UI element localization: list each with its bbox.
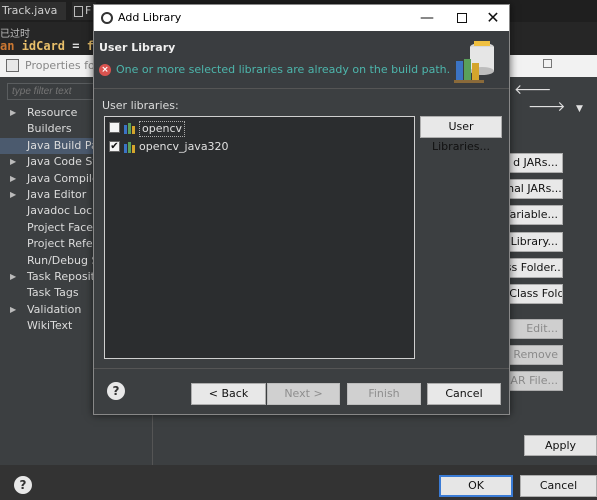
back-arrow-icon[interactable]: 🡐 bbox=[514, 82, 552, 98]
library-name: opencv_java320 bbox=[139, 140, 229, 153]
library-checkbox[interactable] bbox=[109, 122, 120, 133]
chevron-down-icon[interactable]: ▼ bbox=[576, 104, 583, 114]
history-nav: 🡐 🡒 ▼ bbox=[514, 81, 597, 115]
code-identifier: idCard bbox=[21, 39, 66, 53]
eclipse-icon bbox=[101, 12, 113, 24]
deprecation-hint: 已过时 bbox=[0, 29, 30, 40]
user-libraries-list[interactable]: opencv ✔ opencv_java320 bbox=[104, 116, 415, 359]
user-libraries-label: User libraries: bbox=[102, 99, 179, 112]
code-line: an idCard = f bbox=[0, 39, 94, 53]
add-library-dialog: Add Library — ✕ User Library × One or mo… bbox=[93, 4, 510, 415]
library-icon bbox=[124, 142, 135, 153]
expand-arrow-icon[interactable]: ▶ bbox=[10, 302, 16, 318]
library-icon bbox=[124, 123, 135, 134]
tree-item-label: WikiText bbox=[27, 319, 73, 333]
file-icon bbox=[74, 5, 83, 17]
tree-item-label: Validation bbox=[27, 302, 82, 316]
next-button[interactable]: Next > bbox=[267, 383, 340, 405]
tree-item-label: Builders bbox=[27, 122, 72, 136]
error-icon: × bbox=[99, 64, 111, 76]
cancel-button[interactable]: Cancel bbox=[427, 383, 501, 405]
apply-button[interactable]: Apply bbox=[524, 435, 597, 456]
expand-arrow-icon[interactable]: ▶ bbox=[10, 105, 16, 121]
dialog-heading: User Library bbox=[99, 41, 176, 54]
help-icon[interactable]: ? bbox=[107, 382, 125, 400]
forward-arrow-icon[interactable]: 🡒 bbox=[528, 99, 566, 115]
dialog-title: Add Library bbox=[118, 11, 182, 24]
maximize-icon[interactable] bbox=[543, 59, 552, 68]
properties-title: Properties for bbox=[25, 59, 100, 72]
back-button[interactable]: < Back bbox=[191, 383, 266, 405]
help-icon[interactable]: ? bbox=[14, 476, 32, 494]
ok-button[interactable]: OK bbox=[439, 475, 513, 497]
dialog-titlebar: Add Library — ✕ bbox=[94, 5, 509, 31]
maximize-button[interactable] bbox=[451, 8, 473, 28]
maximize-icon bbox=[457, 13, 467, 23]
user-libraries-button[interactable]: User Libraries... bbox=[420, 116, 502, 153]
tree-item-label: Task Tags bbox=[27, 286, 79, 300]
tree-item-label: Project Facets bbox=[27, 220, 104, 234]
code-operator: = bbox=[72, 39, 80, 53]
library-banner-icon bbox=[454, 41, 494, 83]
expand-arrow-icon[interactable]: ▶ bbox=[10, 187, 16, 203]
error-message: One or more selected libraries are alrea… bbox=[116, 63, 451, 76]
code-keyword: an bbox=[0, 39, 15, 53]
properties-cancel-button[interactable]: Cancel bbox=[520, 475, 597, 497]
minimize-button[interactable]: — bbox=[416, 8, 438, 28]
close-button[interactable]: ✕ bbox=[482, 8, 504, 28]
tree-item-label: Java Compiler bbox=[27, 171, 104, 185]
finish-button[interactable]: Finish bbox=[347, 383, 421, 405]
tree-item-label: Resource bbox=[27, 106, 78, 119]
library-name: opencv bbox=[139, 121, 186, 137]
editor-tab-track[interactable]: Track.java bbox=[0, 2, 66, 20]
expand-arrow-icon[interactable]: ▶ bbox=[10, 269, 16, 285]
library-checkbox[interactable]: ✔ bbox=[109, 141, 120, 152]
expand-arrow-icon[interactable]: ▶ bbox=[10, 171, 16, 187]
dialog-header: User Library × One or more selected libr… bbox=[94, 31, 509, 89]
dialog-footer: ? < Back Next > Finish Cancel bbox=[94, 368, 509, 414]
app-icon bbox=[6, 59, 19, 72]
expand-arrow-icon[interactable]: ▶ bbox=[10, 154, 16, 170]
tree-item-label: Java Editor bbox=[27, 187, 87, 201]
editor-tab-label: F bbox=[85, 4, 92, 17]
